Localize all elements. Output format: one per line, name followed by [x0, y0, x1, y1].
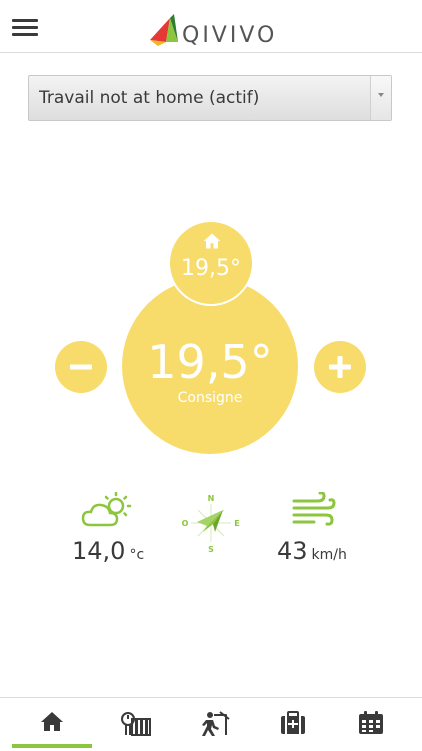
decrease-temperature-button[interactable]	[55, 341, 107, 393]
home-icon	[203, 233, 221, 249]
minus-icon	[70, 364, 92, 370]
plus-icon	[329, 356, 351, 378]
person-leaving-home-icon	[202, 711, 230, 736]
wind-speed-unit: km/h	[311, 547, 347, 563]
home-icon	[41, 712, 63, 731]
compass-icon: N E S O	[182, 494, 240, 554]
brand-logo: QIVIVO	[148, 12, 278, 48]
outdoor-temperature-unit: °c	[129, 547, 145, 563]
compass-east: E	[234, 519, 239, 528]
wind-icon	[292, 492, 336, 526]
setpoint-temperature: 19,5°	[147, 335, 273, 389]
outdoor-temperature-value: 14,0	[72, 537, 126, 565]
presence-temperature-badge[interactable]: 19,5°	[168, 220, 254, 306]
compass-west: O	[182, 519, 189, 528]
increase-temperature-button[interactable]	[314, 341, 366, 393]
mode-select[interactable]: Travail not at home (actif)	[28, 75, 392, 121]
compass-south: S	[208, 545, 214, 554]
brand-name: QIVIVO	[182, 23, 278, 48]
dropdown-arrow-icon	[370, 76, 391, 120]
app-header: QIVIVO	[0, 0, 422, 53]
wind-speed-value: 43	[277, 537, 308, 565]
bottom-navigation	[0, 697, 422, 751]
nav-schedule[interactable]	[330, 698, 410, 751]
setpoint-label: Consigne	[177, 390, 243, 406]
mode-select-value: Travail not at home (actif)	[39, 88, 260, 108]
menu-icon[interactable]	[12, 17, 38, 37]
nav-active-indicator	[12, 744, 92, 748]
presence-temperature: 19,5°	[181, 256, 241, 281]
nav-thermostat[interactable]	[92, 698, 172, 751]
compass-north: N	[208, 494, 215, 503]
calendar-icon	[359, 711, 383, 734]
radiator-thermometer-icon	[121, 712, 151, 736]
nav-presence[interactable]	[172, 698, 252, 751]
partly-cloudy-icon	[81, 492, 132, 527]
suitcase-icon	[281, 711, 305, 734]
nav-holidays[interactable]	[252, 698, 332, 751]
